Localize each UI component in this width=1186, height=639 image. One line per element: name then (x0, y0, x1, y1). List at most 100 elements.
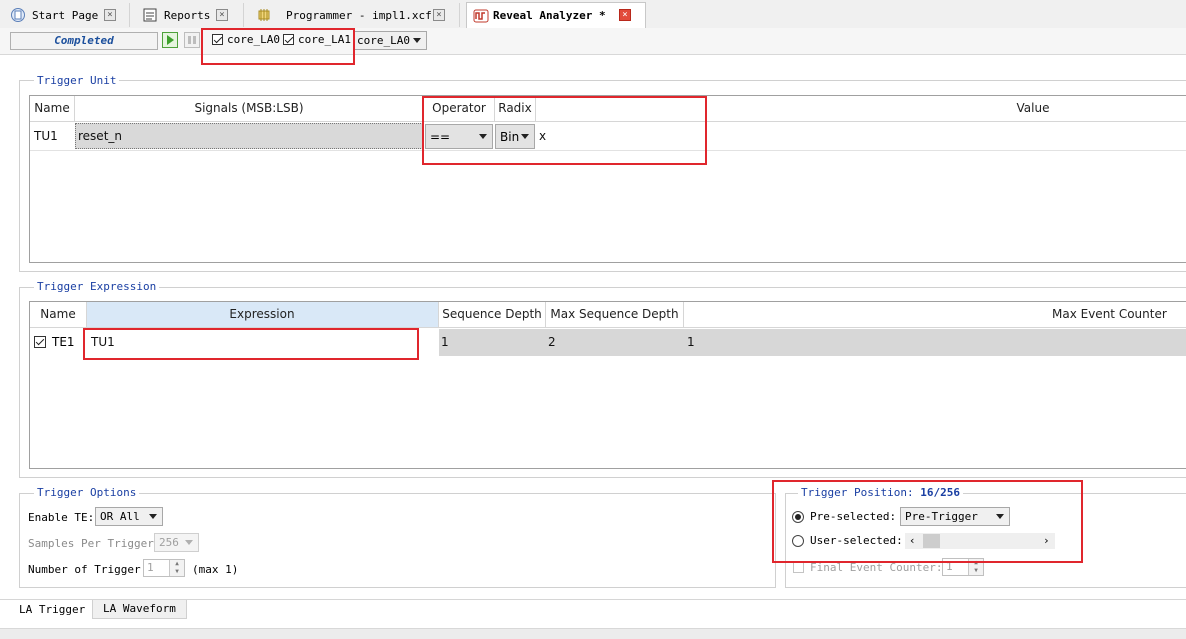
signals-value: reset_n (78, 129, 122, 143)
checkbox[interactable] (34, 336, 46, 348)
radix-value: Bin (500, 129, 520, 144)
trigger-expression-title: Trigger Expression (34, 280, 160, 293)
tab-label: Programmer - impl1.xcf (286, 8, 432, 22)
stepper-arrows-icon[interactable]: ▲ ▼ (968, 559, 983, 575)
operator-value: == (430, 129, 451, 144)
close-icon[interactable]: × (104, 9, 116, 21)
final-event-option[interactable]: Final Event Counter: (793, 561, 942, 574)
start-page-icon (11, 8, 25, 22)
trigger-unit-table: Name Signals (MSB:LSB) Operator Radix Va… (29, 95, 1186, 263)
samples-select[interactable]: 256 (154, 533, 199, 552)
chevron-down-icon (996, 514, 1004, 519)
column-header[interactable]: Expression (86, 302, 438, 326)
userselected-option[interactable]: User-selected: (792, 534, 903, 547)
expression-input[interactable]: TU1 (91, 329, 115, 355)
tab-label: Start Page (32, 8, 99, 22)
samples-value: 256 (159, 536, 179, 549)
checkbox[interactable] (212, 34, 223, 45)
core-select[interactable]: core_LA0 (354, 31, 427, 50)
preselected-select[interactable]: Pre-Trigger (900, 507, 1010, 526)
reports-icon (143, 8, 157, 22)
close-icon[interactable]: × (433, 9, 445, 21)
core-la1-checkbox[interactable]: core_LA1 (283, 33, 351, 46)
close-icon[interactable]: × (619, 9, 631, 21)
trigger-options-title: Trigger Options (34, 486, 140, 499)
chevron-down-icon (521, 134, 529, 139)
analyzer-toolbar: Completed core_LA0 core_LA1 core_LA0 (0, 28, 1186, 55)
slider-thumb[interactable] (923, 534, 940, 548)
scroll-left-icon[interactable]: ‹ (909, 533, 916, 549)
tab-label: Reports (164, 8, 211, 22)
sequence-depth-value: 1 (441, 335, 449, 349)
value-input[interactable]: x (539, 123, 546, 149)
column-header[interactable]: Max Sequence Depth (546, 302, 683, 326)
trigger-position-value: 16/256 (920, 486, 960, 499)
radio-button[interactable] (792, 510, 804, 523)
run-icon[interactable] (162, 32, 178, 48)
column-header[interactable]: Sequence Depth (439, 302, 545, 326)
preselected-value: Pre-Trigger (905, 510, 978, 523)
tab-reports[interactable]: Reports × (136, 3, 244, 27)
column-header[interactable]: Name (30, 96, 74, 120)
max-event-counter-value: 1 (687, 335, 695, 349)
column-header[interactable]: Signals (MSB:LSB) (75, 96, 423, 120)
scroll-right-icon[interactable]: › (1043, 533, 1050, 549)
enable-te-label: Enable TE: (28, 511, 95, 524)
column-header[interactable]: Operator (424, 96, 494, 120)
stepper-arrows-icon[interactable]: ▲ ▼ (169, 560, 184, 576)
trigger-unit-title: Trigger Unit (34, 74, 120, 87)
trigger-expression-table: Name Expression Sequence Depth Max Seque… (29, 301, 1186, 469)
tab-start-page[interactable]: Start Page × (4, 3, 130, 27)
stop-icon[interactable] (184, 32, 200, 48)
position-slider[interactable]: ‹ › (905, 533, 1055, 549)
chevron-down-icon (149, 514, 157, 519)
te1-enable[interactable]: TE1 (34, 329, 75, 355)
status-strip (0, 628, 1186, 639)
tab-la-trigger[interactable]: LA Trigger (9, 600, 96, 620)
enable-te-value: OR All (100, 510, 140, 523)
tab-label: Reveal Analyzer * (493, 9, 606, 22)
document-tab-bar: Start Page × Reports × Programmer - impl… (0, 0, 1186, 29)
final-event-stepper[interactable]: 1 ▲ ▼ (942, 558, 984, 576)
userselected-label: User-selected: (810, 534, 903, 547)
column-header[interactable]: Radix (495, 96, 535, 120)
programmer-icon (258, 9, 270, 21)
radio-button[interactable] (792, 534, 804, 547)
column-header[interactable]: Max Event Counter (1030, 302, 1186, 326)
enable-te-select[interactable]: OR All (95, 507, 163, 526)
samples-label: Samples Per Trigger: (28, 537, 161, 550)
tab-programmer[interactable]: Programmer - impl1.xcf × (250, 3, 460, 27)
operator-select[interactable]: == (425, 124, 493, 149)
chevron-down-icon (413, 38, 421, 43)
number-value: 1 (147, 561, 154, 574)
number-label: Number of Trigger: (28, 563, 148, 576)
column-header[interactable]: Value (536, 96, 1186, 120)
column-header[interactable]: Name (30, 302, 86, 326)
signals-cell[interactable]: reset_n (75, 123, 423, 149)
checkbox[interactable] (793, 562, 804, 573)
reveal-analyzer-icon (473, 9, 489, 22)
final-event-value: 1 (946, 560, 953, 573)
row-name: TU1 (34, 129, 58, 143)
chevron-down-icon (185, 540, 193, 545)
core-select-value: core_LA0 (357, 34, 410, 47)
number-of-trigger-stepper[interactable]: 1 ▲ ▼ (143, 559, 185, 577)
checkbox-label: core_LA1 (298, 33, 351, 46)
preselected-option[interactable]: Pre-selected: (792, 510, 896, 523)
tab-reveal-analyzer[interactable]: Reveal Analyzer * × (466, 2, 646, 28)
checkbox[interactable] (283, 34, 294, 45)
preselected-label: Pre-selected: (810, 510, 897, 523)
core-la0-checkbox[interactable]: core_LA0 (212, 33, 280, 46)
tab-la-waveform[interactable]: LA Waveform (92, 600, 187, 619)
close-icon[interactable]: × (216, 9, 228, 21)
chevron-down-icon (479, 134, 487, 139)
final-event-label: Final Event Counter: (810, 561, 943, 574)
capture-status: Completed (10, 32, 158, 50)
radix-select[interactable]: Bin (495, 124, 535, 149)
number-max: (max 1) (192, 563, 239, 576)
trigger-position-title: Trigger Position: (801, 486, 914, 499)
max-sequence-depth-value: 2 (548, 335, 556, 349)
checkbox-label: core_LA0 (227, 33, 280, 46)
trigger-position-title-group: Trigger Position: 16/256 (798, 486, 963, 499)
row-name: TE1 (52, 335, 75, 349)
